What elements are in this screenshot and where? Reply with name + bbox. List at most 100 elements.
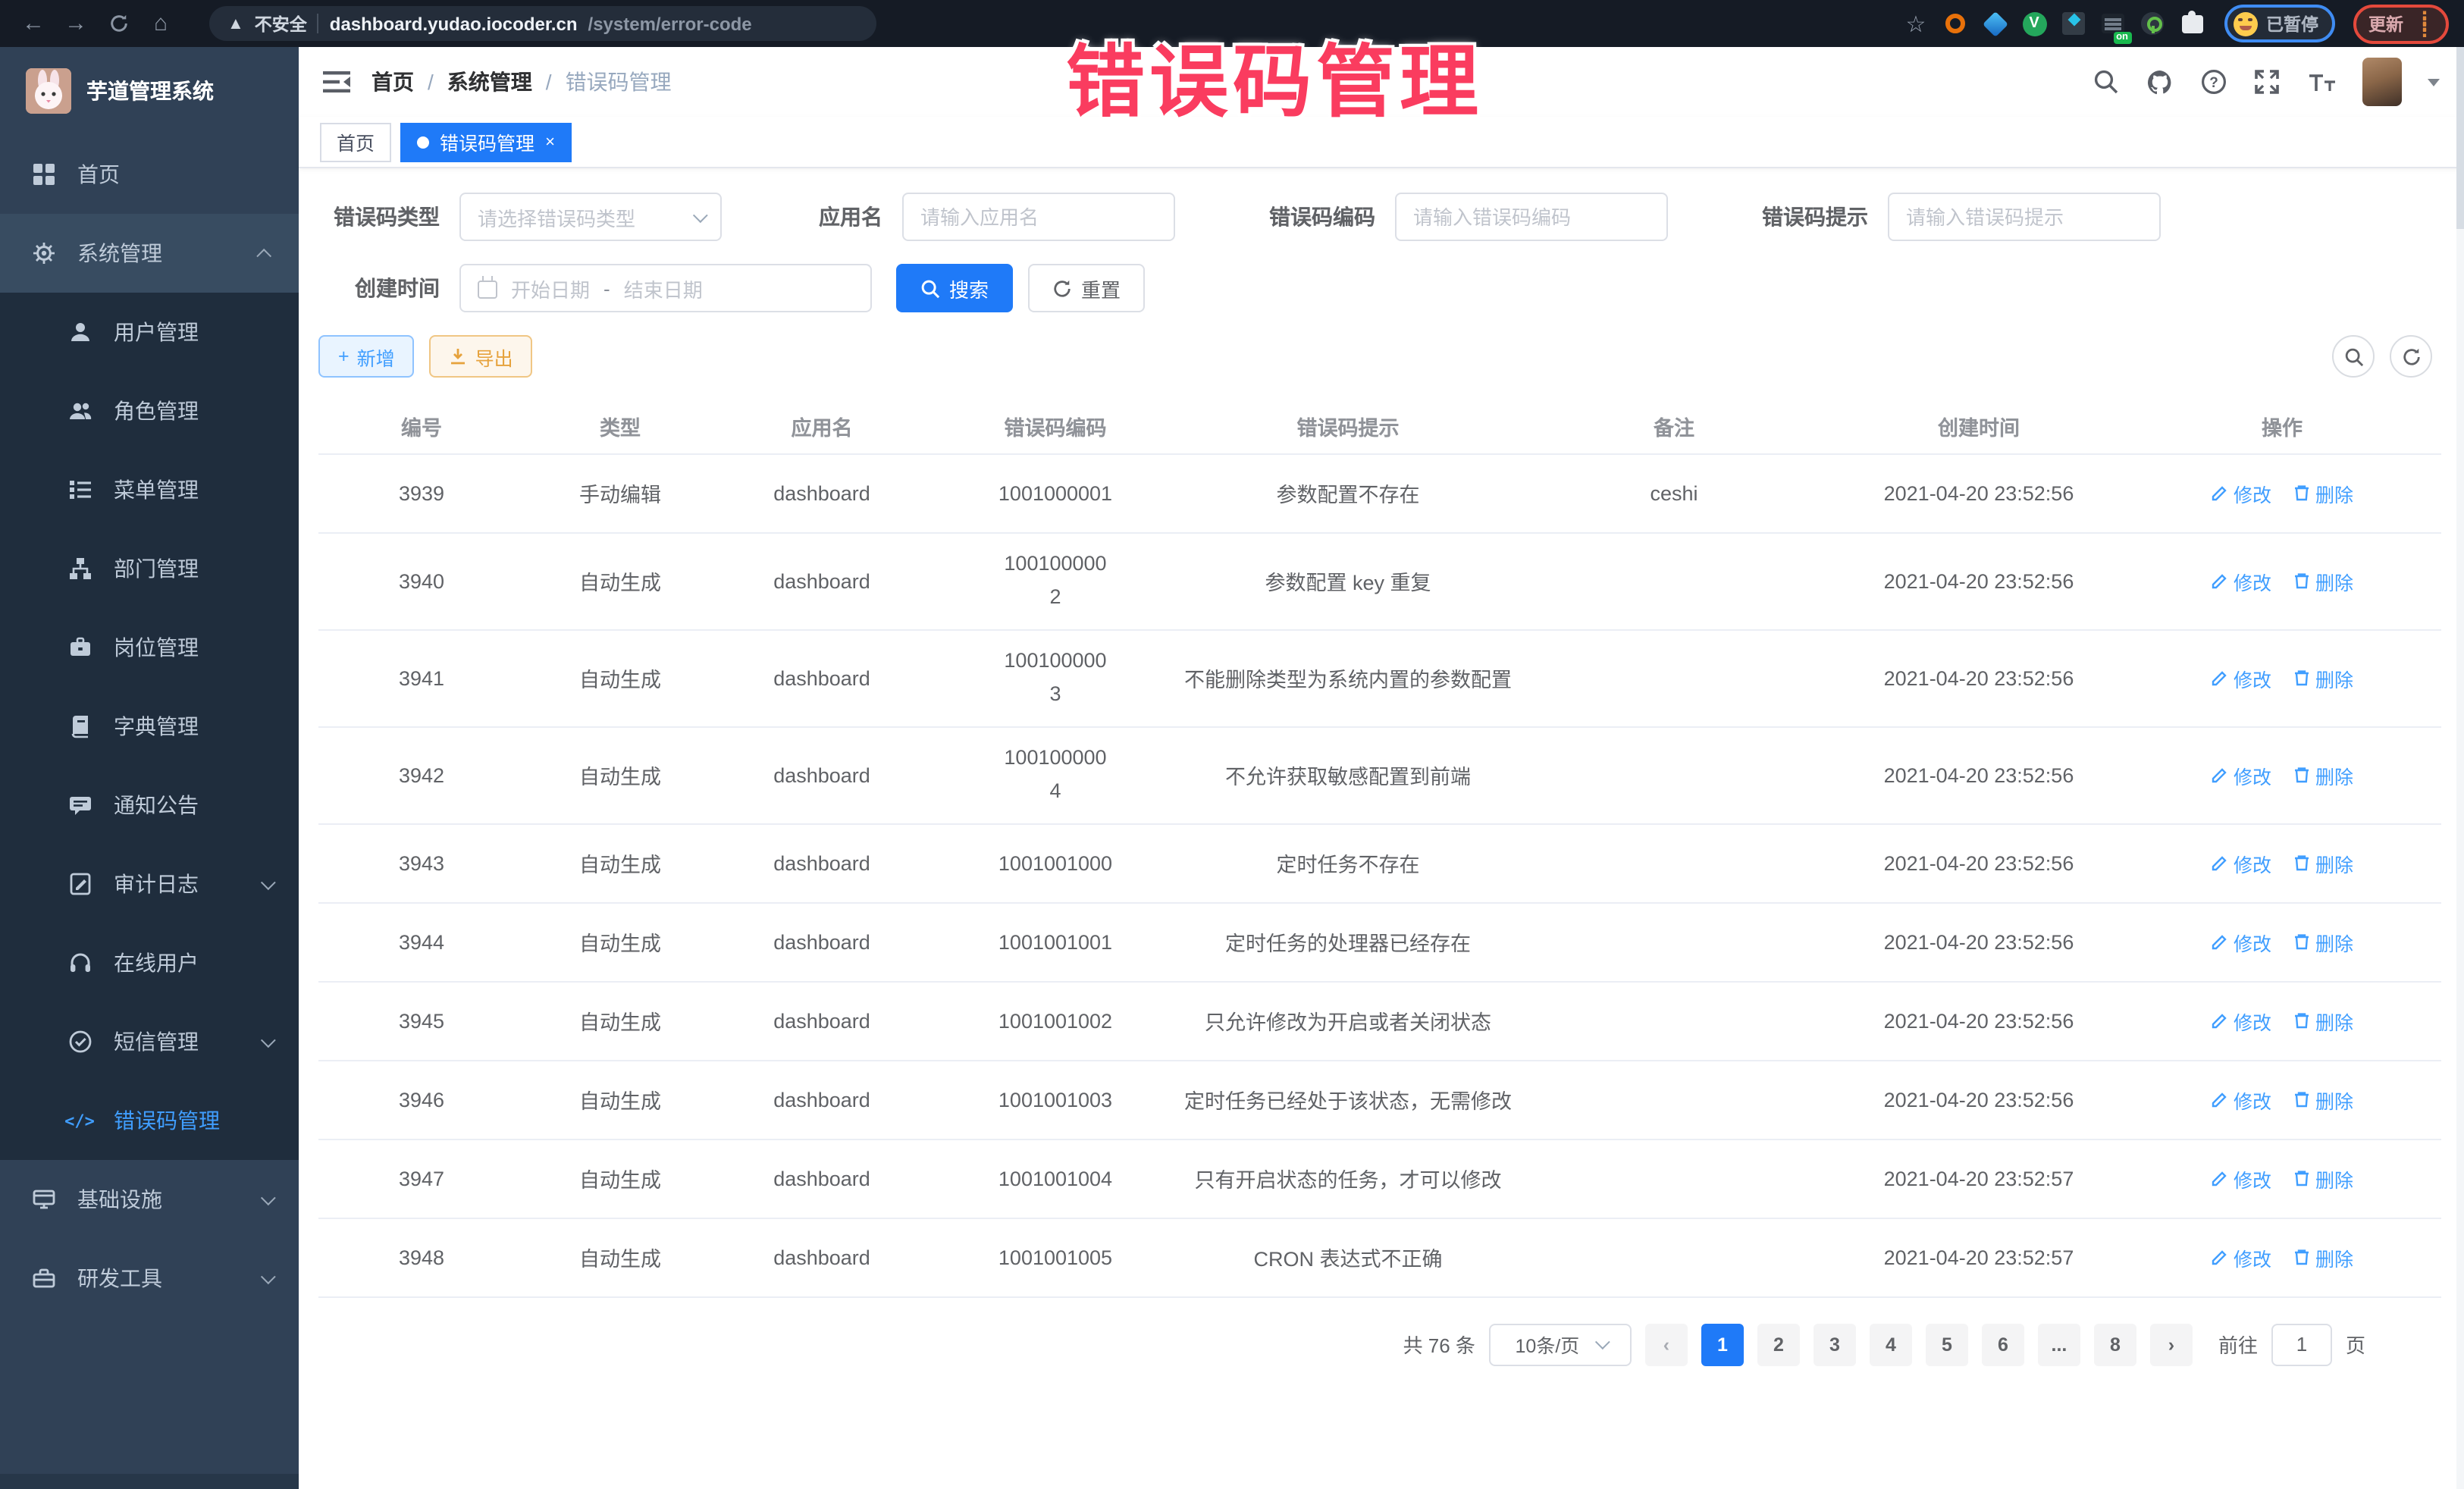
edit-link[interactable]: 修改	[2211, 478, 2271, 507]
scrollbar[interactable]	[2456, 47, 2464, 1489]
delete-link[interactable]: 删除	[2293, 760, 2353, 789]
prev-page-button[interactable]: ‹	[1645, 1323, 1688, 1365]
sidebar-item-infrastructure[interactable]: 基础设施	[0, 1160, 299, 1239]
delete-link[interactable]: 删除	[2293, 1243, 2353, 1271]
browser-menu-icon[interactable]: ⋮⋮⋮	[2415, 14, 2434, 33]
cell-remark	[1513, 1139, 1835, 1218]
home-icon[interactable]: ⌂	[143, 7, 179, 40]
table-row: 3939手动编辑dashboard1001000001参数配置不存在ceshi2…	[318, 453, 2441, 532]
fullscreen-icon[interactable]	[2253, 68, 2281, 96]
date-range-picker[interactable]: 开始日期 - 结束日期	[459, 264, 872, 312]
page-button[interactable]: 1	[1701, 1323, 1744, 1365]
browser-update-button[interactable]: 更新 ⋮⋮⋮	[2353, 4, 2449, 43]
ext-key-icon[interactable]	[2136, 7, 2169, 40]
search-icon[interactable]	[2093, 68, 2120, 96]
goto-page-input[interactable]	[2271, 1323, 2332, 1365]
ext-puzzle-icon[interactable]	[2175, 7, 2209, 40]
ext-list-icon[interactable]: on	[2096, 7, 2130, 40]
sidebar-item-system[interactable]: 系统管理	[0, 214, 299, 293]
github-icon[interactable]	[2146, 67, 2174, 96]
error-code-icon: </>	[67, 1108, 92, 1133]
edit-link[interactable]: 修改	[2211, 1006, 2271, 1035]
page-ellipsis[interactable]: ...	[2038, 1323, 2080, 1365]
edit-link[interactable]: 修改	[2211, 927, 2271, 956]
breadcrumb-home[interactable]: 首页	[371, 67, 414, 97]
edit-link[interactable]: 修改	[2211, 760, 2271, 789]
ext-blue-gem-icon[interactable]	[1978, 7, 2011, 40]
delete-link[interactable]: 删除	[2293, 927, 2353, 956]
caret-down-icon[interactable]	[2428, 78, 2440, 86]
edit-link[interactable]: 修改	[2211, 1085, 2271, 1114]
sidebar-item-menus[interactable]: 菜单管理	[0, 450, 299, 529]
tab-home[interactable]: 首页	[320, 122, 391, 161]
error-code-input[interactable]	[1395, 193, 1668, 241]
browser-profile-chip[interactable]: 已暂停	[2224, 5, 2335, 42]
help-icon[interactable]: ?	[2200, 68, 2227, 96]
page-button[interactable]: 8	[2094, 1323, 2136, 1365]
edit-link[interactable]: 修改	[2211, 1164, 2271, 1193]
sidebar-item-departments[interactable]: 部门管理	[0, 529, 299, 608]
app-name-input[interactable]	[902, 193, 1175, 241]
sidebar-item-audit-log[interactable]: 审计日志	[0, 845, 299, 923]
close-icon[interactable]: ×	[545, 133, 555, 151]
breadcrumb-system[interactable]: 系统管理	[447, 67, 532, 97]
edit-link[interactable]: 修改	[2211, 566, 2271, 595]
sidebar-item-sms[interactable]: 短信管理	[0, 1002, 299, 1081]
user-avatar[interactable]	[2362, 58, 2402, 106]
delete-link[interactable]: 删除	[2293, 1085, 2353, 1114]
page-button[interactable]: 3	[1814, 1323, 1856, 1365]
font-size-icon[interactable]	[2306, 70, 2337, 94]
error-hint-input[interactable]	[1888, 193, 2161, 241]
refresh-icon[interactable]	[100, 7, 136, 40]
page-button[interactable]: 2	[1757, 1323, 1800, 1365]
page-size-select[interactable]: 10条/页	[1489, 1323, 1632, 1365]
export-button[interactable]: 导出	[430, 335, 533, 378]
ext-green-circle-icon[interactable]: V	[2017, 7, 2051, 40]
edit-link[interactable]: 修改	[2211, 1243, 2271, 1271]
page-button[interactable]: 5	[1926, 1323, 1968, 1365]
sidebar-item-announcements[interactable]: 通知公告	[0, 766, 299, 845]
sidebar-item-dict[interactable]: 字典管理	[0, 687, 299, 766]
delete-link[interactable]: 删除	[2293, 663, 2353, 692]
sidebar-item-posts[interactable]: 岗位管理	[0, 608, 299, 687]
reset-button[interactable]: 重置	[1028, 264, 1145, 312]
sidebar-item-home[interactable]: 首页	[0, 135, 299, 214]
cell-hint: 不允许获取敏感配置到前端	[1183, 726, 1513, 823]
delete-link[interactable]: 删除	[2293, 1164, 2353, 1193]
breadcrumb-separator: /	[546, 70, 552, 94]
hamburger-icon[interactable]	[323, 70, 350, 94]
search-button[interactable]: 搜索	[896, 264, 1013, 312]
profile-emoji-icon	[2233, 11, 2257, 36]
tab-error-code[interactable]: 错误码管理 ×	[400, 122, 572, 161]
app-logo[interactable]: 芋道管理系统	[0, 47, 299, 135]
edit-link[interactable]: 修改	[2211, 848, 2271, 877]
page-button[interactable]: 4	[1870, 1323, 1912, 1365]
refresh-table-icon-button[interactable]	[2390, 335, 2432, 378]
edit-link[interactable]: 修改	[2211, 663, 2271, 692]
sidebar-collapse-bar[interactable]	[0, 1474, 299, 1489]
ext-orange-ring-icon[interactable]	[1939, 7, 1972, 40]
page-button[interactable]: 6	[1982, 1323, 2024, 1365]
show-search-icon-button[interactable]	[2332, 335, 2375, 378]
delete-link[interactable]: 删除	[2293, 566, 2353, 595]
sidebar-item-online-users[interactable]: 在线用户	[0, 923, 299, 1002]
table-row: 3945自动生成dashboard1001001002只允许修改为开启或者关闭状…	[318, 981, 2441, 1060]
add-button[interactable]: + 新增	[318, 335, 415, 378]
address-bar[interactable]: ▲ 不安全 dashboard.yudao.iocoder.cn/system/…	[209, 6, 876, 41]
bookmark-star-icon[interactable]: ☆	[1899, 7, 1933, 40]
sidebar-item-dev-tools[interactable]: 研发工具	[0, 1239, 299, 1318]
sidebar-item-roles[interactable]: 角色管理	[0, 371, 299, 450]
delete-link[interactable]: 删除	[2293, 848, 2353, 877]
sidebar-item-users[interactable]: 用户管理	[0, 293, 299, 371]
scrollbar-thumb[interactable]	[2456, 47, 2464, 229]
next-page-button[interactable]: ›	[2150, 1323, 2193, 1365]
ext-grid-icon[interactable]	[2057, 7, 2090, 40]
sidebar-item-error-code[interactable]: </> 错误码管理	[0, 1081, 299, 1160]
forward-icon[interactable]: →	[58, 7, 94, 40]
screen: ← → ⌂ ▲ 不安全 dashboard.yudao.iocoder.cn/s…	[0, 0, 2464, 1489]
delete-link[interactable]: 删除	[2293, 478, 2353, 507]
delete-link[interactable]: 删除	[2293, 1006, 2353, 1035]
error-type-select[interactable]: 请选择错误码类型	[459, 193, 722, 241]
error-code-label: 错误码编码	[1257, 202, 1375, 232]
back-icon[interactable]: ←	[15, 7, 52, 40]
